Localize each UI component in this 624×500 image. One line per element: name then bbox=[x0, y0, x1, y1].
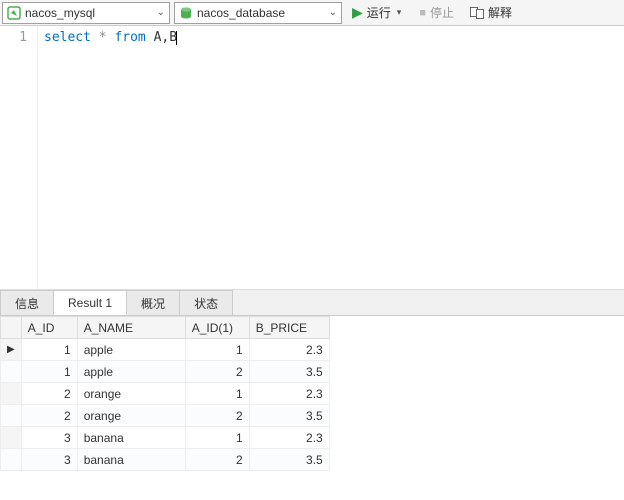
tab-info[interactable]: 信息 bbox=[0, 290, 54, 315]
row-header bbox=[1, 405, 22, 427]
explain-icon bbox=[470, 7, 484, 19]
cell-a-id-1[interactable]: 2 bbox=[185, 361, 249, 383]
database-selector[interactable]: nacos_database ⌄ bbox=[174, 2, 342, 24]
cell-a-name[interactable]: banana bbox=[77, 449, 185, 471]
database-icon bbox=[179, 6, 193, 20]
connection-name: nacos_mysql bbox=[25, 6, 153, 20]
table-row[interactable]: ▶ 1 apple 1 2.3 bbox=[1, 339, 330, 361]
play-icon: ▶ bbox=[352, 4, 363, 21]
sql-editor[interactable]: 1 select * from A,B bbox=[0, 26, 624, 290]
row-header bbox=[1, 383, 22, 405]
explain-label: 解释 bbox=[488, 4, 512, 21]
database-name: nacos_database bbox=[197, 6, 325, 20]
tab-profile[interactable]: 概况 bbox=[126, 290, 180, 315]
cell-a-name[interactable]: banana bbox=[77, 427, 185, 449]
table-row[interactable]: 3 banana 1 2.3 bbox=[1, 427, 330, 449]
text-cursor bbox=[176, 31, 177, 45]
tab-status[interactable]: 状态 bbox=[179, 290, 233, 315]
cell-a-id[interactable]: 3 bbox=[21, 449, 77, 471]
toolbar: nacos_mysql ⌄ nacos_database ⌄ ▶ 运行 ▾ ■ … bbox=[0, 0, 624, 26]
tab-result-1[interactable]: Result 1 bbox=[53, 290, 127, 315]
column-header-a-name[interactable]: A_NAME bbox=[77, 317, 185, 339]
cell-a-id[interactable]: 2 bbox=[21, 383, 77, 405]
connection-selector[interactable]: nacos_mysql ⌄ bbox=[2, 2, 170, 24]
chevron-down-icon[interactable]: ▾ bbox=[395, 7, 404, 18]
cell-b-price[interactable]: 2.3 bbox=[249, 339, 329, 361]
stop-label: 停止 bbox=[430, 4, 454, 21]
run-label: 运行 bbox=[367, 4, 391, 21]
cell-a-name[interactable]: orange bbox=[77, 405, 185, 427]
code-content[interactable]: select * from A,B bbox=[38, 26, 624, 289]
keyword-select: select bbox=[44, 30, 91, 45]
table-row[interactable]: 1 apple 2 3.5 bbox=[1, 361, 330, 383]
table-row[interactable]: 2 orange 1 2.3 bbox=[1, 383, 330, 405]
cell-b-price[interactable]: 3.5 bbox=[249, 405, 329, 427]
stop-icon: ■ bbox=[419, 7, 426, 19]
cell-b-price[interactable]: 3.5 bbox=[249, 449, 329, 471]
row-header bbox=[1, 449, 22, 471]
cell-a-id-1[interactable]: 2 bbox=[185, 449, 249, 471]
row-header bbox=[1, 427, 22, 449]
cell-a-id[interactable]: 1 bbox=[21, 339, 77, 361]
cell-a-name[interactable]: apple bbox=[77, 339, 185, 361]
result-grid[interactable]: A_ID A_NAME A_ID(1) B_PRICE ▶ 1 apple 1 … bbox=[0, 316, 330, 471]
table-row[interactable]: 3 banana 2 3.5 bbox=[1, 449, 330, 471]
column-header-a-id[interactable]: A_ID bbox=[21, 317, 77, 339]
table-row[interactable]: 2 orange 2 3.5 bbox=[1, 405, 330, 427]
cell-b-price[interactable]: 3.5 bbox=[249, 361, 329, 383]
stop-button: ■ 停止 bbox=[413, 2, 460, 24]
cell-a-id[interactable]: 3 bbox=[21, 427, 77, 449]
cell-a-id-1[interactable]: 1 bbox=[185, 427, 249, 449]
result-tabs: 信息 Result 1 概况 状态 bbox=[0, 290, 624, 316]
cell-b-price[interactable]: 2.3 bbox=[249, 427, 329, 449]
cell-a-id[interactable]: 2 bbox=[21, 405, 77, 427]
line-gutter: 1 bbox=[0, 26, 38, 289]
row-header bbox=[1, 361, 22, 383]
cell-a-name[interactable]: apple bbox=[77, 361, 185, 383]
connection-icon bbox=[7, 6, 21, 20]
cell-b-price[interactable]: 2.3 bbox=[249, 383, 329, 405]
keyword-from: from bbox=[114, 30, 145, 45]
cell-a-id-1[interactable]: 2 bbox=[185, 405, 249, 427]
cell-a-id-1[interactable]: 1 bbox=[185, 339, 249, 361]
row-pointer-icon: ▶ bbox=[1, 339, 22, 361]
cell-a-id-1[interactable]: 1 bbox=[185, 383, 249, 405]
explain-button[interactable]: 解释 bbox=[464, 2, 518, 24]
star-operator: * bbox=[91, 30, 114, 45]
header-row: A_ID A_NAME A_ID(1) B_PRICE bbox=[1, 317, 330, 339]
row-header-corner bbox=[1, 317, 22, 339]
column-header-b-price[interactable]: B_PRICE bbox=[249, 317, 329, 339]
table-names: A,B bbox=[146, 30, 177, 45]
line-number: 1 bbox=[0, 30, 27, 45]
run-button[interactable]: ▶ 运行 ▾ bbox=[346, 2, 409, 24]
cell-a-name[interactable]: orange bbox=[77, 383, 185, 405]
cell-a-id[interactable]: 1 bbox=[21, 361, 77, 383]
column-header-a-id-1[interactable]: A_ID(1) bbox=[185, 317, 249, 339]
chevron-down-icon: ⌄ bbox=[329, 7, 337, 18]
chevron-down-icon: ⌄ bbox=[157, 7, 165, 18]
